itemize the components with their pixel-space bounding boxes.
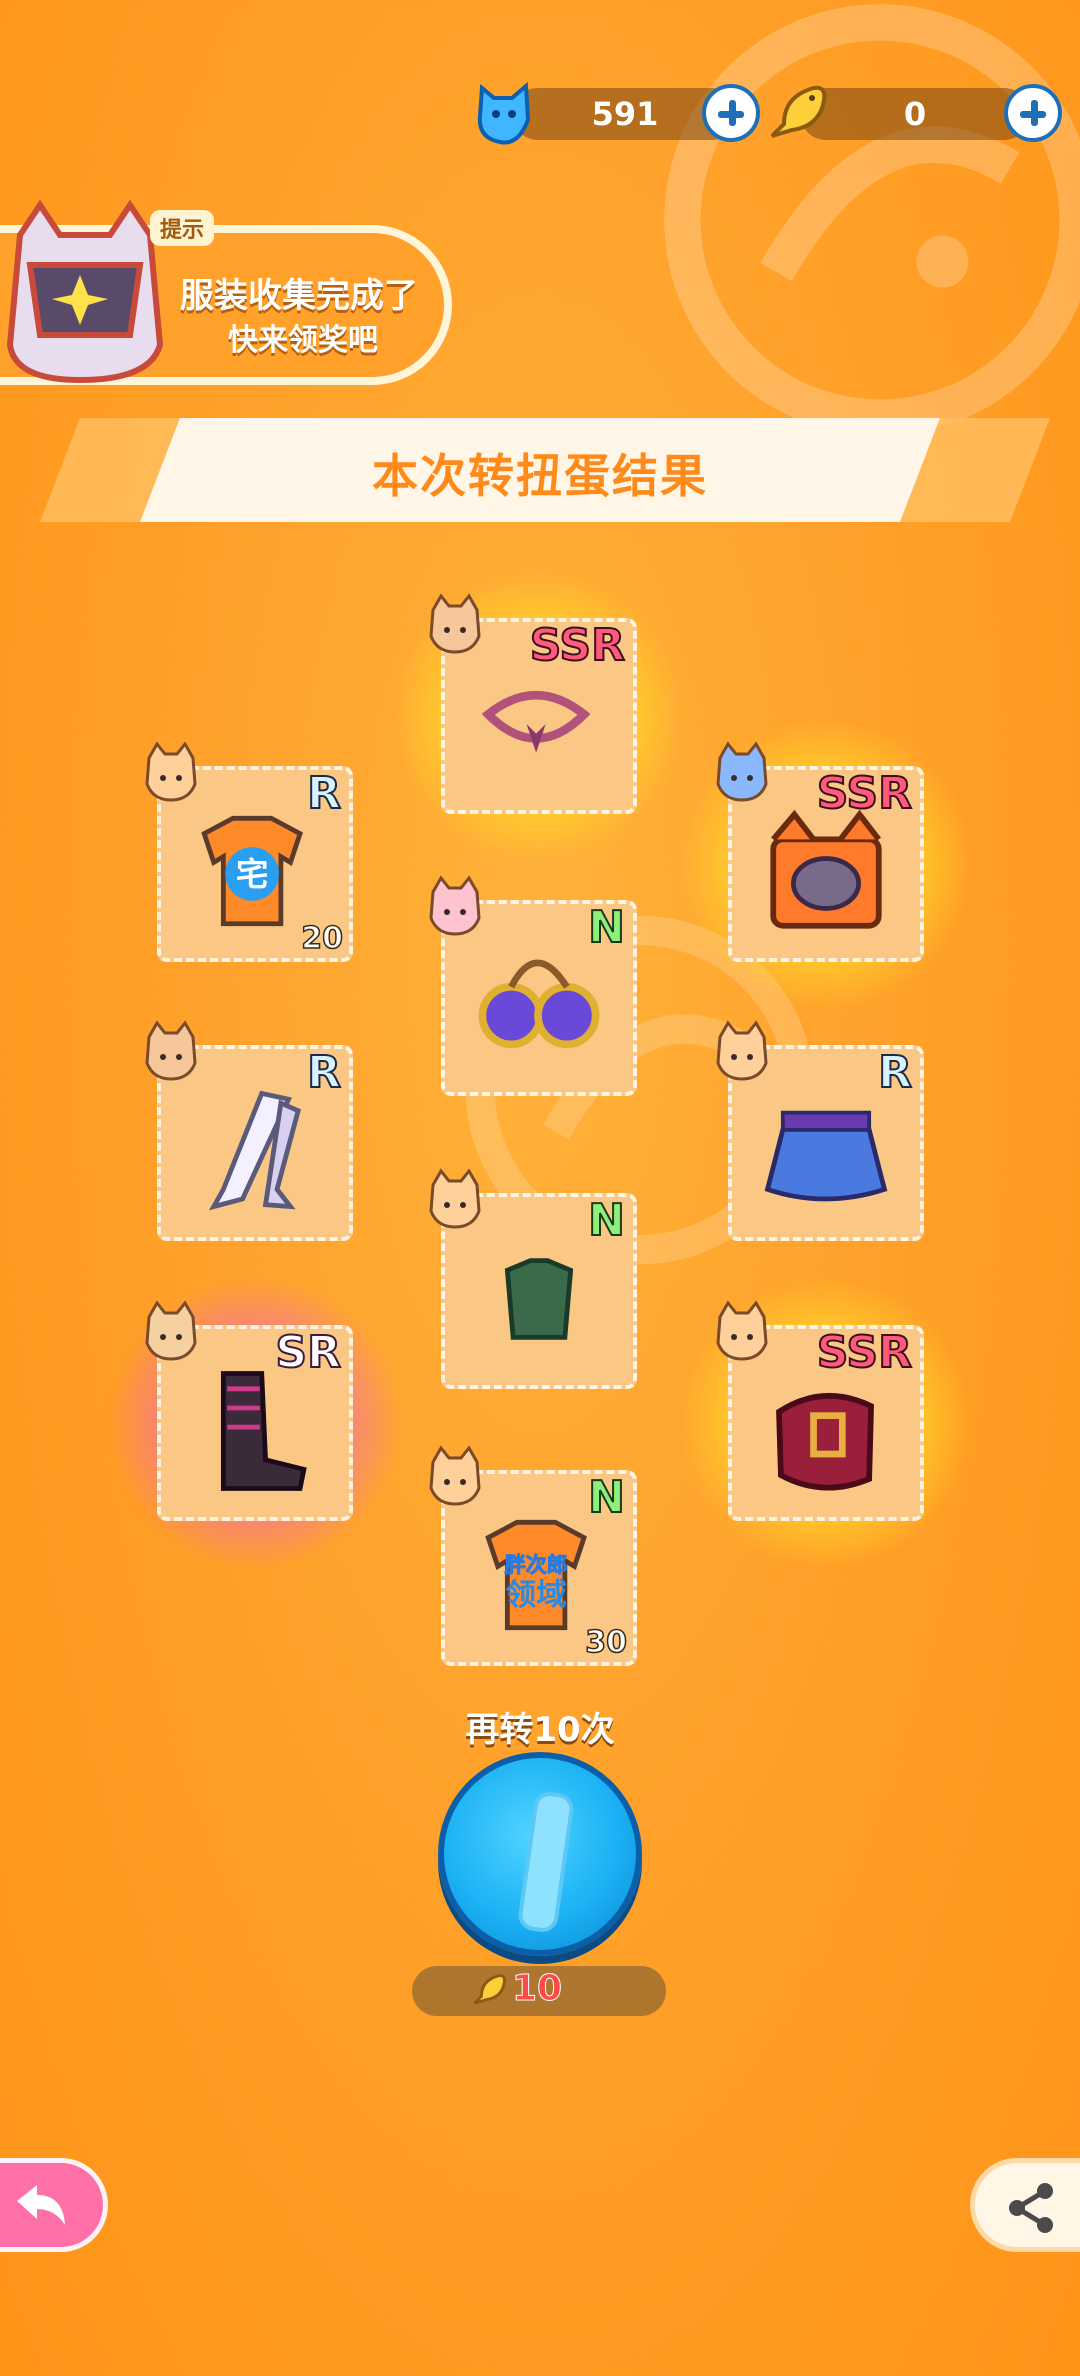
- rarity-badge: R: [877, 1046, 913, 1099]
- character-avatar-icon: [145, 1020, 197, 1081]
- result-card-cat-crate[interactable]: SSR: [678, 716, 974, 1012]
- character-avatar-icon: [429, 1168, 481, 1229]
- add-fish-button[interactable]: [1004, 84, 1062, 142]
- shirt-text-top: 胖次郎: [505, 1552, 568, 1577]
- tip-message-line1: 服装收集完成了: [180, 276, 418, 316]
- share-icon: [1009, 2183, 1053, 2233]
- rarity-badge: SSR: [529, 619, 626, 672]
- character-avatar-icon: [716, 741, 768, 802]
- rope-necklace-icon: [481, 691, 591, 753]
- goggles-icon: [478, 959, 600, 1049]
- result-card-goggles[interactable]: N: [429, 875, 637, 1096]
- rarity-badge: N: [587, 1471, 626, 1524]
- result-card-otaku-shirt[interactable]: 宅 R 20: [145, 741, 353, 962]
- result-title: 本次转扭蛋结果: [372, 449, 708, 503]
- back-button[interactable]: [0, 2158, 108, 2252]
- character-avatar-icon: [429, 593, 481, 654]
- rarity-badge: R: [306, 767, 342, 820]
- skirt-icon: [764, 1110, 888, 1202]
- add-gems-button[interactable]: [702, 84, 760, 142]
- rarity-badge: SR: [274, 1326, 342, 1379]
- blue-cat-gem-icon: [477, 81, 531, 145]
- spin-again-label: 再转10次: [465, 1710, 615, 1750]
- character-avatar-icon: [716, 1020, 768, 1081]
- tip-message-line2: 快来领奖吧: [228, 323, 378, 358]
- golden-fish-icon: [770, 85, 827, 138]
- otaku-char: 宅: [236, 855, 269, 893]
- spin-again-button[interactable]: [438, 1752, 642, 1956]
- result-card-stockings[interactable]: R: [145, 1020, 353, 1241]
- result-card-boots[interactable]: SR: [107, 1275, 403, 1571]
- shirt-text-bottom: 领域: [505, 1578, 567, 1613]
- tip-tag: 提示: [150, 210, 215, 246]
- result-card-skirt[interactable]: R: [716, 1020, 924, 1241]
- fish-amount: 0: [903, 95, 927, 133]
- item-count: 20: [301, 920, 344, 957]
- stockings-icon: [208, 1090, 301, 1211]
- item-count: 30: [585, 1624, 628, 1661]
- character-avatar-icon: [716, 1300, 768, 1361]
- belt-bag-icon: [776, 1392, 874, 1491]
- result-card-belt-bag[interactable]: SSR: [678, 1275, 974, 1571]
- rarity-badge: R: [306, 1046, 342, 1099]
- spin-cost-amount: 10: [511, 1968, 563, 2010]
- share-button[interactable]: [970, 2158, 1080, 2252]
- spin-handle-icon: [516, 1789, 576, 1935]
- back-arrow-icon: [17, 2185, 65, 2225]
- boots-icon: [220, 1371, 307, 1491]
- cat-crate-icon: [770, 809, 882, 929]
- result-card-rope-necklace[interactable]: SSR: [391, 568, 687, 864]
- rarity-badge: N: [587, 901, 626, 954]
- result-card-green-shirt[interactable]: N: [429, 1168, 637, 1389]
- character-avatar-icon: [429, 875, 481, 936]
- background-fish-icon: [664, 4, 1080, 436]
- character-avatar-icon: [145, 1300, 197, 1361]
- rarity-badge: SSR: [816, 767, 913, 820]
- character-avatar-icon: [145, 741, 197, 802]
- result-card-domain-shirt[interactable]: 胖次郎 领域 N 30: [429, 1445, 637, 1666]
- fish-counter-bg: 0: [800, 88, 1030, 140]
- golden-fish-icon: [473, 1974, 506, 2005]
- character-avatar-icon: [429, 1445, 481, 1506]
- cat-helmet-icon: [6, 199, 164, 384]
- green-shirt-icon: [504, 1258, 574, 1340]
- rarity-badge: SSR: [816, 1326, 913, 1379]
- rarity-badge: N: [587, 1194, 626, 1247]
